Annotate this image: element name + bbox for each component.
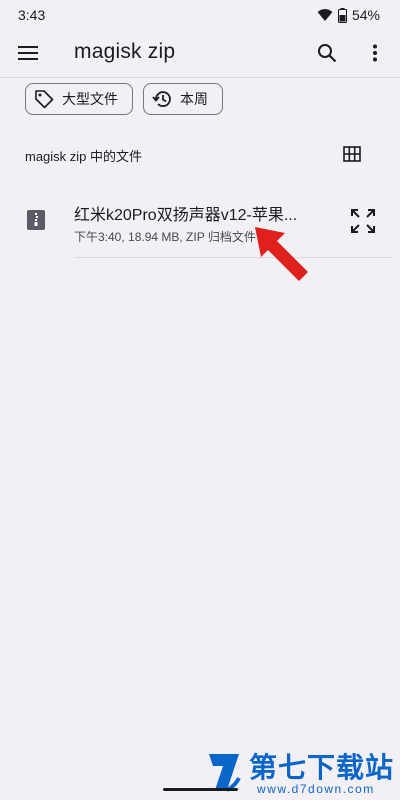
more-options-button[interactable] (360, 38, 390, 68)
status-bar: 3:43 54% (0, 0, 400, 30)
grid-view-button[interactable] (340, 142, 364, 166)
app-bar-divider (0, 77, 400, 78)
page-title: magisk zip (74, 40, 176, 63)
watermark-url: www.d7down.com (257, 782, 375, 796)
row-divider (74, 257, 392, 258)
filter-chip-this-week[interactable]: 本周 (143, 83, 223, 115)
filter-chip-large-files[interactable]: 大型文件 (25, 83, 133, 115)
battery-icon (337, 7, 347, 23)
section-label: magisk zip 中的文件 (25, 149, 143, 164)
home-indicator[interactable] (163, 788, 238, 791)
red-arrow-annotation (255, 227, 308, 281)
history-icon (152, 91, 171, 107)
more-vert-icon (373, 44, 377, 62)
file-list-item[interactable]: 红米k20Pro双扬声器v12-苹果... 下午3:40, 18.94 MB, … (0, 188, 400, 258)
battery-level: 54% (351, 7, 380, 23)
wifi-icon (317, 9, 333, 21)
expand-icon[interactable] (350, 208, 376, 234)
search-button[interactable] (312, 38, 342, 68)
app-bar: magisk zip (0, 30, 400, 76)
status-icons: 54% (317, 7, 380, 23)
zip-file-icon (27, 210, 45, 230)
filter-chip-label: 大型文件 (62, 91, 118, 107)
search-icon (318, 44, 337, 63)
file-meta: 下午3:40, 18.94 MB, ZIP 归档文件 (74, 230, 256, 244)
grid-view-icon (343, 146, 361, 162)
watermark-title: 第七下载站 (249, 752, 395, 783)
file-name: 红米k20Pro双扬声器v12-苹果... (74, 207, 298, 224)
tag-icon (35, 90, 54, 109)
menu-icon (18, 46, 38, 60)
menu-button[interactable] (14, 39, 42, 67)
filter-chip-label: 本周 (180, 91, 208, 107)
status-time: 3:43 (18, 7, 46, 23)
